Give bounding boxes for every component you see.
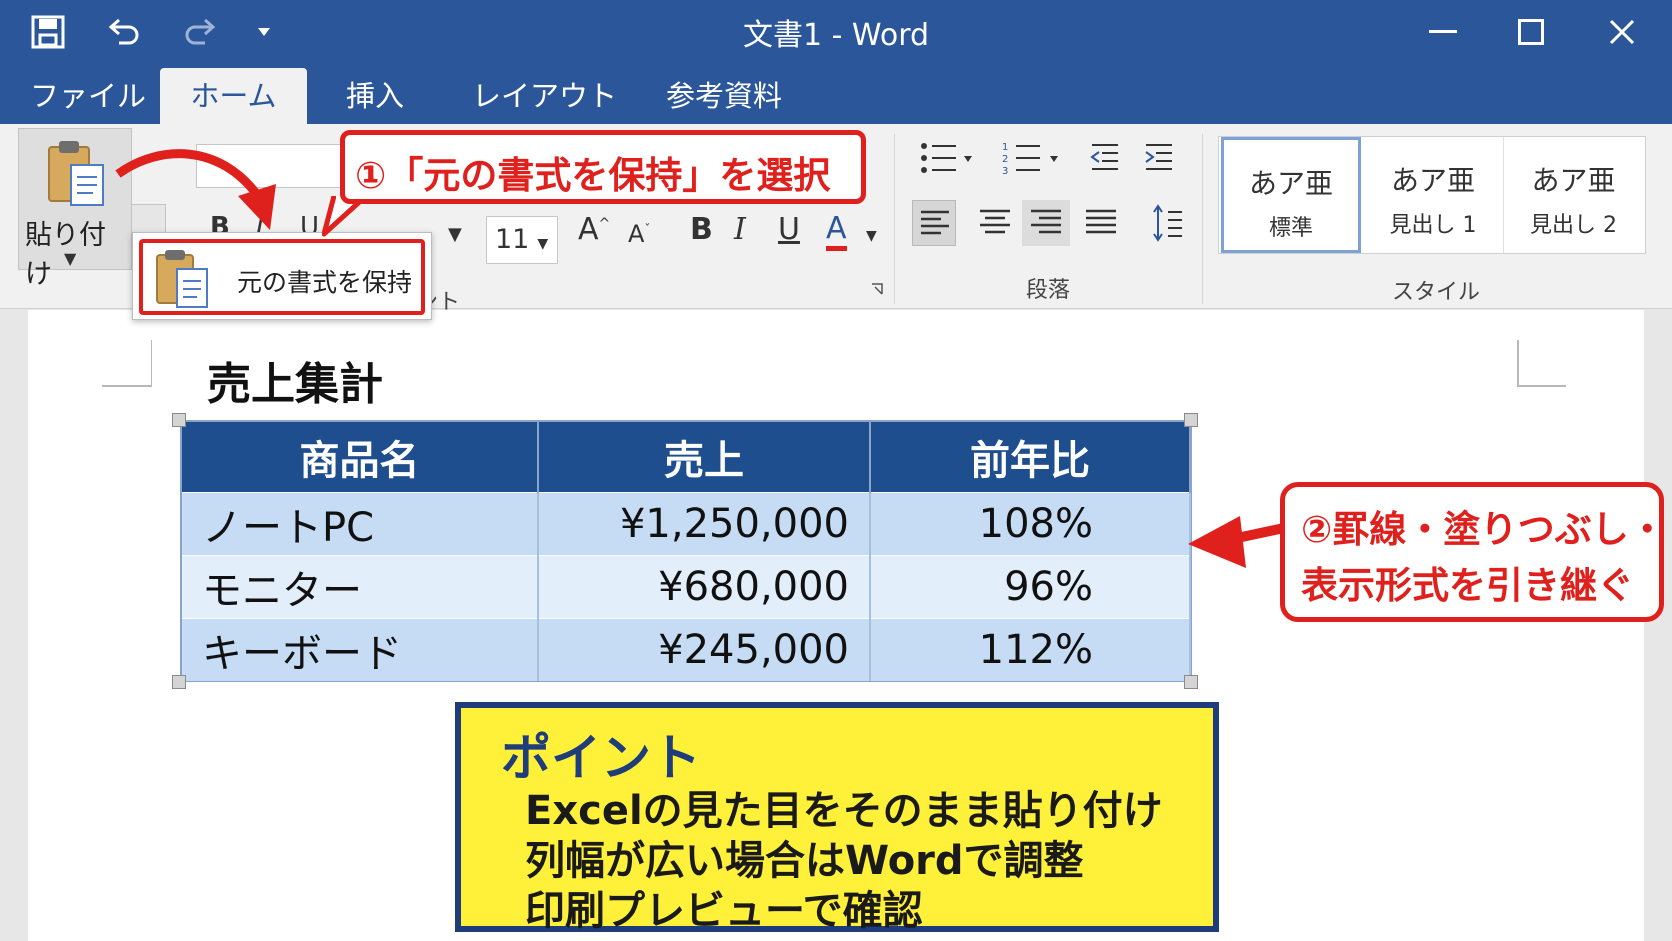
chevron-down-icon: ▼ — [537, 236, 549, 252]
font-name-dropdown-icon[interactable]: ▼ — [448, 224, 462, 245]
table-header-cell[interactable]: 売上 — [538, 422, 871, 492]
left-arrow-icon — [1188, 516, 1286, 568]
shrink-font-button[interactable]: Aˇ — [628, 220, 650, 248]
tab-insert[interactable]: 挿入 — [320, 68, 430, 124]
table-cell[interactable]: 112% — [870, 617, 1191, 681]
dialog-launcher-icon[interactable] — [870, 282, 886, 298]
font-size-select[interactable]: 11 ▼ — [486, 216, 558, 264]
table-row: ノートPC ¥1,250,000 108% — [182, 491, 1191, 555]
resize-handle[interactable] — [1184, 675, 1198, 689]
justify-icon[interactable] — [1084, 208, 1118, 238]
style-name: 見出し 1 — [1389, 213, 1477, 238]
svg-text:1: 1 — [1002, 142, 1008, 153]
underline-button[interactable]: U — [778, 212, 800, 247]
paragraph-group-label: 段落 — [1026, 278, 1071, 303]
table-cell[interactable]: ¥680,000 — [538, 554, 871, 618]
tab-home[interactable]: ホーム — [160, 68, 307, 124]
pasted-table[interactable]: 商品名 売上 前年比 ノートPC ¥1,250,000 108% モニター ¥6… — [180, 420, 1192, 682]
align-right-button[interactable] — [1022, 200, 1070, 246]
numbered-list-icon[interactable]: 123 — [1002, 140, 1062, 178]
align-right-icon — [1031, 209, 1061, 234]
tab-layout[interactable]: レイアウト — [446, 68, 643, 124]
resize-handle[interactable] — [172, 675, 186, 689]
align-center-icon[interactable] — [978, 208, 1012, 238]
curved-arrow-icon — [115, 149, 276, 230]
keep-source-formatting-option[interactable]: 元の書式を保持 — [139, 239, 425, 315]
step1-callout: ①「元の書式を保持」を選択 — [340, 130, 866, 204]
paste-options-popup: 元の書式を保持 — [132, 232, 432, 320]
chevron-down-icon: ▼ — [64, 249, 77, 268]
margin-corner-mark — [102, 340, 152, 387]
style-heading-1[interactable]: あア亜 見出し 1 — [1363, 137, 1503, 253]
clipboard-icon — [156, 250, 208, 308]
resize-handle[interactable] — [1184, 413, 1198, 427]
step1-text: ①「元の書式を保持」を選択 — [355, 154, 831, 197]
style-name: 見出し 2 — [1530, 213, 1617, 238]
bold-button[interactable]: B — [690, 212, 713, 247]
table-cell[interactable]: 96% — [870, 554, 1191, 618]
italic-button[interactable]: I — [734, 212, 746, 247]
maximize-icon[interactable] — [1506, 10, 1556, 54]
styles-gallery: あア亜 標準 あア亜 見出し 1 あア亜 見出し 2 — [1218, 136, 1646, 254]
table-cell[interactable]: 108% — [870, 491, 1191, 555]
margin-corner-mark — [1517, 340, 1566, 387]
style-sample: あア亜 — [1248, 167, 1333, 200]
table-header-cell[interactable]: 商品名 — [182, 422, 539, 492]
align-left-icon — [921, 210, 949, 235]
table-cell[interactable]: ノートPC — [182, 491, 539, 555]
grow-font-button[interactable]: A^ — [578, 212, 610, 247]
align-left-button[interactable] — [912, 200, 956, 246]
table-cell[interactable]: ¥1,250,000 — [538, 491, 871, 555]
line-spacing-icon[interactable] — [1152, 204, 1184, 244]
tab-references[interactable]: 参考資料 — [640, 68, 808, 124]
table-header-cell[interactable]: 前年比 — [870, 422, 1191, 492]
table-header-row: 商品名 売上 前年比 — [182, 422, 1191, 492]
decrease-indent-icon[interactable] — [1090, 142, 1120, 172]
style-sample: あア亜 — [1390, 164, 1475, 197]
step2-text-line: ②罫線・塗りつぶし・ — [1301, 508, 1666, 551]
table-cell[interactable]: ¥245,000 — [538, 617, 871, 681]
group-divider — [894, 134, 895, 304]
ribbon-tabs: ファイル ホーム 挿入 レイアウト 参考資料 — [0, 60, 1672, 124]
sales-table: 商品名 売上 前年比 ノートPC ¥1,250,000 108% モニター ¥6… — [182, 422, 1191, 681]
tab-file[interactable]: ファイル — [4, 68, 172, 124]
table-cell[interactable]: モニター — [182, 554, 539, 618]
title-bar: 文書1 - Word — [0, 0, 1672, 60]
table-cell[interactable]: キーボード — [182, 617, 539, 681]
keep-format-label: 元の書式を保持 — [237, 268, 413, 297]
clipboard-icon — [48, 141, 104, 206]
bullet-list-icon[interactable] — [920, 140, 976, 176]
resize-handle[interactable] — [172, 413, 186, 427]
increase-indent-icon[interactable] — [1144, 142, 1174, 172]
svg-text:2: 2 — [1002, 154, 1008, 165]
table-row: モニター ¥680,000 96% — [182, 554, 1191, 618]
document-heading: 売上集計 — [207, 359, 383, 410]
group-divider — [1202, 134, 1203, 304]
minimize-icon[interactable] — [1418, 10, 1468, 54]
close-icon[interactable] — [1597, 10, 1647, 54]
style-heading-2[interactable]: あア亜 見出し 2 — [1503, 137, 1643, 253]
table-row: キーボード ¥245,000 112% — [182, 617, 1191, 681]
chevron-down-icon[interactable]: ▼ — [866, 228, 877, 244]
step2-callout: ②罫線・塗りつぶし・ 表示形式を引き継ぐ — [1280, 482, 1666, 622]
styles-group-label: スタイル — [1392, 280, 1481, 305]
svg-text:3: 3 — [1002, 166, 1008, 177]
point-line: 印刷プレビューで確認 — [525, 888, 923, 934]
font-color-button[interactable]: A — [826, 212, 847, 251]
style-normal[interactable]: あア亜 標準 — [1221, 137, 1361, 253]
step2-text-line: 表示形式を引き継ぐ — [1301, 564, 1634, 607]
style-name: 標準 — [1268, 216, 1313, 241]
point-box: ポイント Excelの見た目をそのまま貼り付け 列幅が広い場合はWordで調整 … — [455, 702, 1219, 934]
font-size-value: 11 — [495, 224, 530, 255]
style-sample: あア亜 — [1531, 164, 1616, 197]
